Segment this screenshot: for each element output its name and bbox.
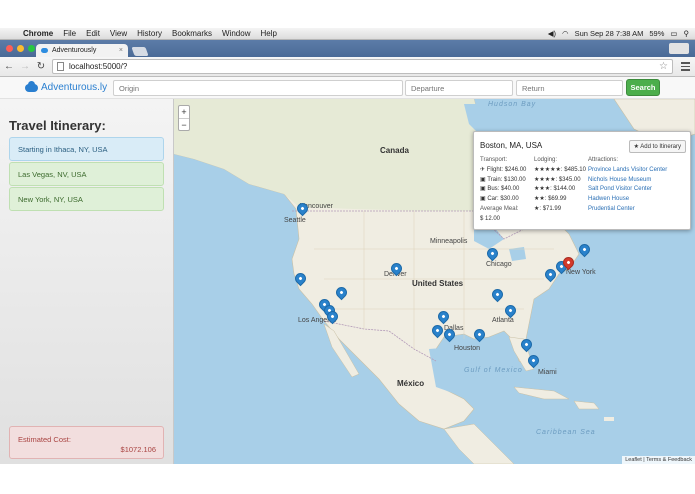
- itinerary-stop[interactable]: Starting in Ithaca, NY, USA: [9, 137, 164, 161]
- estimated-cost-panel: Estimated Cost: $1072.106: [9, 426, 164, 459]
- zoom-in-button[interactable]: +: [179, 106, 189, 118]
- brand-name: Adventurous.ly: [41, 82, 108, 93]
- tab-title: Adventurously: [52, 47, 97, 54]
- url-text[interactable]: localhost:5000/?: [69, 62, 127, 71]
- menu-help[interactable]: Help: [255, 29, 281, 38]
- transport-item: ▣ Train: $130.00: [480, 176, 526, 183]
- menu-bookmarks[interactable]: Bookmarks: [167, 29, 217, 38]
- menu-edit[interactable]: Edit: [81, 29, 105, 38]
- label-chicago: Chicago: [486, 261, 512, 268]
- menu-history[interactable]: History: [132, 29, 167, 38]
- label-mexico: México: [397, 379, 425, 388]
- departure-input[interactable]: [405, 80, 513, 96]
- close-window-icon[interactable]: [6, 45, 13, 52]
- origin-input[interactable]: [113, 80, 403, 96]
- chrome-menu-icon[interactable]: [679, 62, 691, 71]
- map[interactable]: + − Hudson Bay Canada United States Méxi…: [174, 99, 695, 464]
- map-attribution[interactable]: Leaflet | Terms & Feedback: [622, 456, 695, 464]
- transport-column: Transport: ✈ Flight: $246.00 ▣ Train: $1…: [480, 156, 526, 225]
- label-hudson-bay: Hudson Bay: [488, 101, 537, 108]
- lodging-item: ★★★★: $345.00: [534, 176, 581, 183]
- cloud-icon: [25, 80, 38, 92]
- close-tab-icon[interactable]: ×: [119, 47, 123, 54]
- attraction-link[interactable]: Hadwen House: [588, 195, 667, 205]
- os-menubar: Chrome File Edit View History Bookmarks …: [0, 28, 695, 40]
- lodging-item: ★★★★★: $485.10: [534, 166, 586, 173]
- favicon-icon: [41, 48, 48, 53]
- label-canada: Canada: [380, 146, 409, 155]
- return-input[interactable]: [516, 80, 623, 96]
- battery-label[interactable]: 59%: [649, 29, 664, 38]
- lodging-header: Lodging:: [534, 157, 558, 163]
- search-button[interactable]: Search: [626, 79, 660, 96]
- menu-app[interactable]: Chrome: [18, 29, 58, 38]
- label-seattle: Seattle: [284, 217, 306, 224]
- window-controls: [6, 45, 35, 52]
- label-gulf: Gulf of Mexico: [464, 367, 523, 374]
- itinerary-stop[interactable]: New York, NY, USA: [9, 187, 164, 211]
- status-area: ◀) ◠ Sun Sep 28 7:38 AM 59% ▭ ⚲: [548, 29, 695, 38]
- browser-tab[interactable]: Adventurously ×: [36, 44, 128, 57]
- app-navbar: Adventurous.ly Search: [0, 77, 695, 99]
- brand-logo[interactable]: Adventurous.ly: [25, 80, 108, 93]
- menu-file[interactable]: File: [58, 29, 81, 38]
- itinerary-stop[interactable]: Las Vegas, NV, USA: [9, 162, 164, 186]
- profile-icon[interactable]: [669, 43, 689, 54]
- minimize-window-icon[interactable]: [17, 45, 24, 52]
- label-minneapolis: Minneapolis: [430, 238, 468, 245]
- attraction-link[interactable]: Nichols House Museum: [588, 176, 667, 186]
- lodging-item: ★: $71.99: [534, 205, 562, 212]
- address-bar[interactable]: localhost:5000/? ☆: [52, 59, 673, 74]
- label-new-york: New York: [566, 269, 596, 276]
- zoom-out-button[interactable]: −: [179, 118, 189, 130]
- volume-icon[interactable]: ◀): [548, 29, 556, 38]
- transport-item: ▣ Car: $30.00: [480, 196, 519, 203]
- add-to-itinerary-button[interactable]: ★ Add to Itinerary: [628, 140, 686, 153]
- attractions-header: Attractions:: [588, 157, 619, 163]
- page-icon: [57, 62, 64, 71]
- bookmark-star-icon[interactable]: ☆: [659, 61, 668, 72]
- popup-title: Boston, MA, USA: [480, 141, 543, 150]
- battery-icon[interactable]: ▭: [670, 29, 677, 38]
- new-tab-button[interactable]: [131, 47, 149, 56]
- lodging-item: ★★★: $144.00: [534, 186, 576, 193]
- attractions-column: Attractions: Province Lands Visitor Cent…: [588, 156, 667, 215]
- cost-label: Estimated Cost:: [18, 435, 71, 444]
- back-icon[interactable]: ←: [4, 61, 14, 72]
- transport-item: ▣ Bus: $40.00: [480, 186, 520, 193]
- menu-window[interactable]: Window: [217, 29, 255, 38]
- label-miami: Miami: [538, 369, 557, 376]
- lodging-item: ★★: $69.99: [534, 196, 567, 203]
- menu-view[interactable]: View: [105, 29, 132, 38]
- reload-icon[interactable]: ↻: [36, 61, 46, 72]
- meal-value: $ 12.00: [480, 215, 501, 222]
- attraction-link[interactable]: Prudential Center: [588, 205, 667, 215]
- zoom-control: + −: [178, 105, 190, 131]
- forward-icon[interactable]: →: [20, 61, 30, 72]
- spotlight-icon[interactable]: ⚲: [684, 29, 690, 38]
- attraction-link[interactable]: Province Lands Visitor Center: [588, 166, 667, 176]
- tab-strip: Adventurously ×: [0, 40, 695, 57]
- itinerary-sidebar: Travel Itinerary: Starting in Ithaca, NY…: [0, 99, 174, 464]
- browser-toolbar: ← → ↻ localhost:5000/? ☆: [0, 57, 695, 77]
- itinerary-title: Travel Itinerary:: [9, 118, 106, 133]
- label-houston: Houston: [454, 345, 481, 352]
- meal-header: Average Meal:: [480, 205, 519, 212]
- wifi-icon[interactable]: ◠: [562, 29, 569, 38]
- transport-item: ✈ Flight: $246.00: [480, 166, 527, 173]
- lodging-column: Lodging: ★★★★★: $485.10 ★★★★: $345.00 ★★…: [534, 156, 586, 215]
- clock[interactable]: Sun Sep 28 7:38 AM: [575, 29, 644, 38]
- zoom-window-icon[interactable]: [28, 45, 35, 52]
- location-popup: Boston, MA, USA ★ Add to Itinerary Trans…: [473, 131, 691, 230]
- label-caribbean: Caribbean Sea: [536, 429, 596, 436]
- attraction-link[interactable]: Salt Pond Visitor Center: [588, 185, 667, 195]
- label-united-states: United States: [412, 279, 464, 288]
- transport-header: Transport:: [480, 157, 508, 163]
- cost-value: $1072.106: [120, 445, 156, 454]
